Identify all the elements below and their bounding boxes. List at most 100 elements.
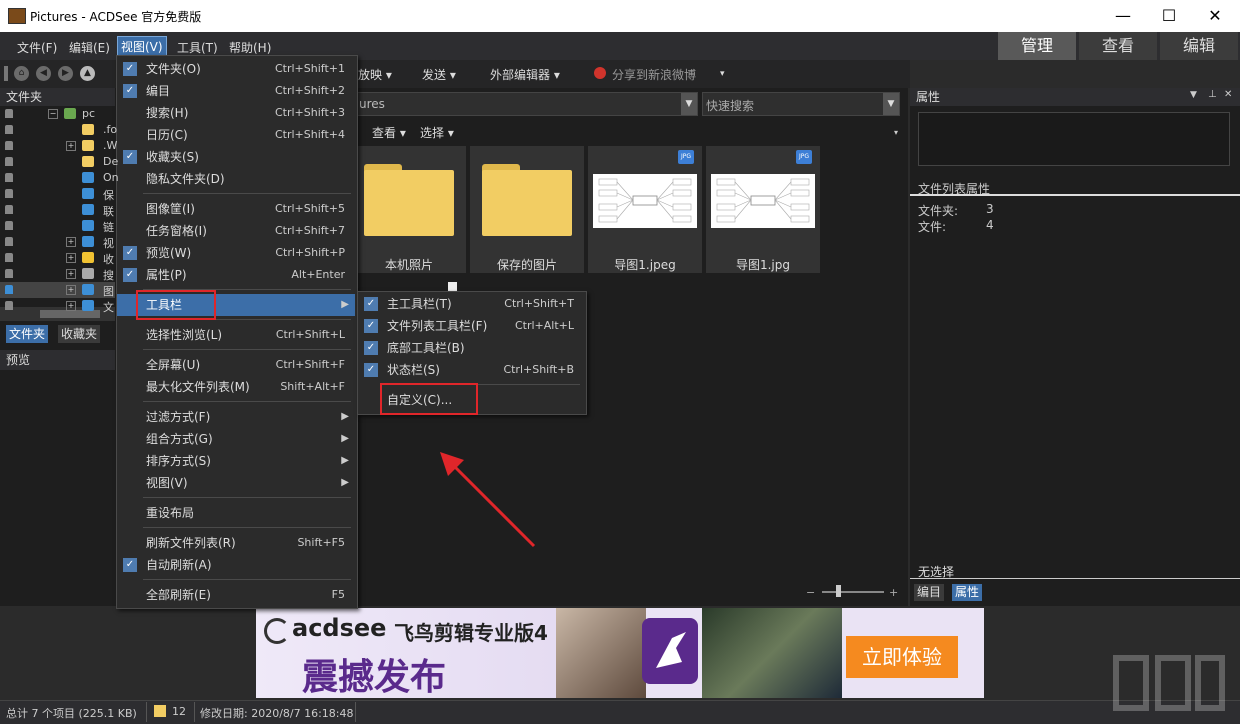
thumbnail-tile[interactable]: 保存的图片 (470, 146, 584, 273)
view-menu-item[interactable]: 日历(C) Ctrl+Shift+4 (117, 124, 355, 146)
view-menu-item[interactable]: ✓ 收藏夹(S) (117, 146, 355, 168)
view-menu-item[interactable]: 隐私文件夹(D) (117, 168, 355, 190)
forward-arrow-icon[interactable]: ▶ (58, 66, 73, 81)
zoom-slider[interactable] (822, 591, 884, 593)
view-menu-item[interactable]: 刷新文件列表(R) Shift+F5 (117, 532, 355, 554)
view-dropdown-button[interactable]: 查看 ▾ (372, 124, 406, 141)
tree-node-icon (82, 156, 94, 167)
toolbar-submenu-item[interactable]: ✓ 文件列表工具栏(F) Ctrl+Alt+L (358, 315, 584, 337)
expand-toggle-icon[interactable]: + (66, 269, 76, 279)
mode-manage-button[interactable]: 管理 (998, 32, 1076, 60)
toolbar-submenu-item[interactable]: ✓ 主工具栏(T) Ctrl+Shift+T (358, 293, 584, 315)
tree-node[interactable]: + 收 (0, 250, 115, 266)
expand-toggle-icon[interactable]: + (66, 237, 76, 247)
view-menu-item-label: 视图(V) (146, 476, 188, 490)
select-dropdown-button[interactable]: 选择 ▾ (420, 124, 454, 141)
zoom-slider-thumb[interactable] (836, 585, 841, 597)
view-menu-item[interactable]: ✓ 属性(P) Alt+Enter (117, 264, 355, 286)
tree-node[interactable]: 联 (0, 202, 115, 218)
menu-edit[interactable]: 编辑(E) (66, 38, 113, 57)
panel-dropdown-icon[interactable]: ▼ (1190, 90, 1197, 100)
tree-node[interactable]: + 视 (0, 234, 115, 250)
close-icon[interactable]: ✕ (1224, 89, 1232, 100)
toolbar-submenu-item[interactable]: ✓ 状态栏(S) Ctrl+Shift+B (358, 359, 584, 381)
view-menu-item-label: 过滤方式(F) (146, 410, 211, 424)
tab-folders[interactable]: 文件夹 (6, 325, 49, 343)
maximize-button[interactable]: ☐ (1146, 0, 1192, 32)
thumbnail-tile[interactable]: JPG 导图1.jpeg (588, 146, 702, 273)
section-divider (910, 194, 1240, 196)
editor-screenshot-image (702, 608, 842, 698)
close-button[interactable]: ✕ (1192, 0, 1238, 32)
view-menu-item-label: 排序方式(S) (146, 454, 211, 468)
view-menu-item[interactable]: ✓ 预览(W) Ctrl+Shift+P (117, 242, 355, 264)
home-icon[interactable]: ⌂ (14, 66, 29, 81)
tree-node[interactable]: De (0, 154, 118, 170)
tree-node[interactable]: 保 (0, 186, 115, 202)
zoom-in-icon[interactable]: + (889, 586, 898, 599)
thumbnail-tile[interactable]: JPG 导图1.jpg (706, 146, 820, 273)
view-menu-item[interactable]: 视图(V) ▶ (117, 472, 355, 494)
tree-node[interactable]: + 图 (0, 282, 115, 298)
chevron-down-icon[interactable]: ▼ (681, 93, 697, 115)
view-menu-item[interactable]: 全屏幕(U) Ctrl+Shift+F (117, 354, 355, 376)
path-combo[interactable]: ures ▼ (356, 92, 698, 116)
pin-icon (5, 157, 13, 166)
view-menu-item-label: 全部刷新(E) (146, 588, 211, 602)
view-menu-item[interactable]: 搜索(H) Ctrl+Shift+3 (117, 102, 355, 124)
filelist-overflow-icon[interactable]: ▾ (894, 128, 898, 137)
checkmark-icon: ✓ (364, 363, 378, 377)
toolbar-overflow-button[interactable]: ▾ (720, 69, 725, 79)
view-menu-item[interactable]: 全部刷新(E) F5 (117, 584, 355, 606)
mode-view-button[interactable]: 查看 (1079, 32, 1157, 60)
tree-node[interactable]: 链 (0, 218, 115, 234)
mode-edit-button[interactable]: 编辑 (1160, 32, 1238, 60)
expand-toggle-icon[interactable]: + (66, 301, 76, 311)
external-editor-button[interactable]: 外部编辑器 ▾ (490, 66, 560, 83)
ad-banner[interactable]: acdsee 飞鸟剪辑专业版4 震撼发布 立即体验 (256, 608, 984, 698)
thumbnail-tile[interactable]: 本机照片 (352, 146, 466, 273)
view-menu-item[interactable]: 任务窗格(I) Ctrl+Shift+7 (117, 220, 355, 242)
view-menu-item[interactable]: 选择性浏览(L) Ctrl+Shift+L (117, 324, 355, 346)
pin-icon (5, 125, 13, 134)
expand-toggle-icon[interactable]: − (48, 109, 58, 119)
slideshow-button[interactable]: 放映 ▾ (358, 66, 392, 83)
send-button[interactable]: 发送 ▾ (422, 66, 456, 83)
view-menu-item[interactable]: ✓ 文件夹(O) Ctrl+Shift+1 (117, 58, 355, 80)
minimize-button[interactable]: — (1100, 0, 1146, 32)
expand-toggle-icon[interactable]: + (66, 285, 76, 295)
tab-catalog[interactable]: 编目 (914, 584, 945, 601)
back-arrow-icon[interactable]: ◀ (36, 66, 51, 81)
view-menu-item[interactable]: 重设布局 (117, 502, 355, 524)
pin-icon[interactable]: ⊥ (1208, 89, 1217, 100)
view-menu: ✓ 文件夹(O) Ctrl+Shift+1 ✓ 编目 Ctrl+Shift+2 搜索(H) C… (116, 55, 358, 609)
tab-properties[interactable]: 属性 (952, 584, 983, 601)
view-menu-item[interactable]: 最大化文件列表(M) Shift+Alt+F (117, 376, 355, 398)
tree-node[interactable]: + .W (0, 138, 117, 154)
view-menu-item[interactable]: 过滤方式(F) ▶ (117, 406, 355, 428)
tree-node[interactable]: + 搜 (0, 266, 115, 282)
tree-node[interactable]: .fo (0, 122, 117, 138)
try-now-button[interactable]: 立即体验 (846, 636, 958, 678)
toolbar-submenu-item[interactable]: ✓ 底部工具栏(B) (358, 337, 584, 359)
mindmap-thumbnail-image (711, 174, 815, 228)
menu-view[interactable]: 视图(V) (117, 36, 167, 57)
menu-file[interactable]: 文件(F) (14, 38, 60, 57)
share-weibo-button[interactable]: 分享到新浪微博 (612, 66, 696, 83)
chevron-down-icon[interactable]: ▼ (883, 93, 899, 115)
tab-favorites[interactable]: 收藏夹 (58, 325, 101, 343)
tree-node[interactable]: − pc (0, 106, 115, 122)
tree-node[interactable]: + 文 (0, 298, 115, 314)
tree-node[interactable]: On (0, 170, 119, 186)
up-arrow-icon[interactable]: ▲ (80, 66, 95, 81)
view-menu-item[interactable]: ✓ 编目 Ctrl+Shift+2 (117, 80, 355, 102)
view-menu-item-label: 日历(C) (146, 128, 188, 142)
expand-toggle-icon[interactable]: + (66, 141, 76, 151)
zoom-out-icon[interactable]: − (806, 586, 815, 599)
view-menu-item[interactable]: 图像筐(I) Ctrl+Shift+5 (117, 198, 355, 220)
view-menu-item[interactable]: ✓ 自动刷新(A) (117, 554, 355, 576)
quick-search-combo[interactable]: 快速搜索 ▼ (702, 92, 900, 116)
view-menu-item[interactable]: 排序方式(S) ▶ (117, 450, 355, 472)
view-menu-item[interactable]: 组合方式(G) ▶ (117, 428, 355, 450)
expand-toggle-icon[interactable]: + (66, 253, 76, 263)
